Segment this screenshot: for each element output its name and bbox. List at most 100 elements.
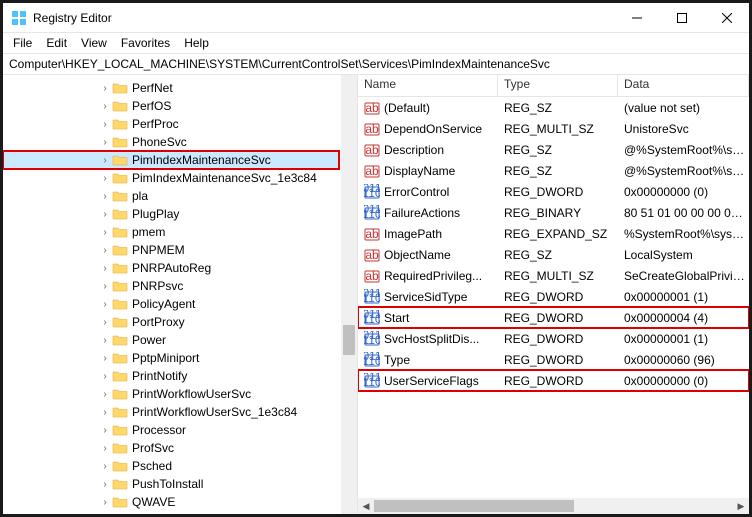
tree-node[interactable]: ›QWAVEdrv <box>3 511 339 514</box>
svg-text:110: 110 <box>364 312 380 326</box>
tree-node[interactable]: ›PrintWorkflowUserSvc <box>3 385 339 403</box>
value-row[interactable]: 011110FailureActionsREG_BINARY80 51 01 0… <box>358 202 749 223</box>
menubar: File Edit View Favorites Help <box>3 33 749 53</box>
tree-node[interactable]: ›PimIndexMaintenanceSvc_1e3c84 <box>3 169 339 187</box>
tree-node[interactable]: ›PNRPAutoReg <box>3 259 339 277</box>
value-row[interactable]: 011110SvcHostSplitDis...REG_DWORD0x00000… <box>358 328 749 349</box>
chevron-right-icon[interactable]: › <box>98 83 112 94</box>
chevron-right-icon[interactable]: › <box>98 335 112 346</box>
tree-node[interactable]: ›PushToInstall <box>3 475 339 493</box>
tree-scrollbar[interactable] <box>341 75 357 514</box>
value-name: ServiceSidType <box>384 290 467 304</box>
chevron-right-icon[interactable]: › <box>98 497 112 508</box>
value-type: REG_SZ <box>500 248 620 262</box>
tree-node[interactable]: ›PNPMEM <box>3 241 339 259</box>
value-type: REG_EXPAND_SZ <box>500 227 620 241</box>
folder-icon <box>112 387 128 401</box>
chevron-right-icon[interactable]: › <box>98 227 112 238</box>
col-name[interactable]: Name <box>358 75 498 96</box>
chevron-right-icon[interactable]: › <box>98 263 112 274</box>
menu-view[interactable]: View <box>75 34 113 52</box>
chevron-right-icon[interactable]: › <box>98 119 112 130</box>
tree-node[interactable]: ›PolicyAgent <box>3 295 339 313</box>
tree-node[interactable]: › PrintWorkflowUserSvc_1e3c84 <box>3 403 339 421</box>
chevron-right-icon[interactable]: › <box>98 389 112 400</box>
menu-help[interactable]: Help <box>178 34 215 52</box>
window-title: Registry Editor <box>33 11 614 25</box>
tree-node[interactable]: › PhoneSvc <box>3 133 339 151</box>
tree-node[interactable]: ›PerfOS <box>3 97 339 115</box>
value-row[interactable]: 011110ErrorControlREG_DWORD0x00000000 (0… <box>358 181 749 202</box>
folder-icon <box>112 135 128 149</box>
tree-node[interactable]: ›PNRPsvc <box>3 277 339 295</box>
value-row[interactable]: abDisplayNameREG_SZ@%SystemRoot%\system <box>358 160 749 181</box>
tree-node[interactable]: ›ProfSvc <box>3 439 339 457</box>
menu-favorites[interactable]: Favorites <box>115 34 176 52</box>
list-body[interactable]: ab(Default)REG_SZ(value not set)abDepend… <box>358 97 749 498</box>
value-row[interactable]: abObjectNameREG_SZLocalSystem <box>358 244 749 265</box>
value-row[interactable]: abDescriptionREG_SZ@%SystemRoot%\system <box>358 139 749 160</box>
col-type[interactable]: Type <box>498 75 618 96</box>
scroll-right-icon[interactable]: ▶ <box>733 498 749 514</box>
chevron-right-icon[interactable]: › <box>98 155 112 166</box>
chevron-right-icon[interactable]: › <box>98 479 112 490</box>
value-row[interactable]: 011110TypeREG_DWORD0x00000060 (96) <box>358 349 749 370</box>
chevron-right-icon[interactable]: › <box>98 281 112 292</box>
chevron-right-icon[interactable]: › <box>98 443 112 454</box>
menu-file[interactable]: File <box>7 34 38 52</box>
maximize-button[interactable] <box>659 4 704 32</box>
value-row[interactable]: ab(Default)REG_SZ(value not set) <box>358 97 749 118</box>
col-data[interactable]: Data <box>618 75 749 96</box>
chevron-right-icon[interactable]: › <box>98 299 112 310</box>
tree-node-label: PhoneSvc <box>132 135 187 149</box>
tree-node[interactable]: ›Processor <box>3 421 339 439</box>
tree-node-label: Psched <box>132 459 172 473</box>
value-row[interactable]: 011110ServiceSidTypeREG_DWORD0x00000001 … <box>358 286 749 307</box>
chevron-right-icon[interactable]: › <box>98 371 112 382</box>
folder-icon <box>112 405 128 419</box>
chevron-right-icon[interactable]: › <box>98 101 112 112</box>
tree-node[interactable]: ›pmem <box>3 223 339 241</box>
tree-node[interactable]: ›Power <box>3 331 339 349</box>
value-row[interactable]: abRequiredPrivileg...REG_MULTI_SZSeCreat… <box>358 265 749 286</box>
chevron-right-icon[interactable]: › <box>98 407 112 418</box>
chevron-right-icon[interactable]: › <box>98 317 112 328</box>
chevron-right-icon[interactable]: › <box>98 137 112 148</box>
chevron-right-icon[interactable]: › <box>98 425 112 436</box>
minimize-button[interactable] <box>614 4 659 32</box>
close-button[interactable] <box>704 4 749 32</box>
tree-node[interactable]: ›PrintNotify <box>3 367 339 385</box>
tree-node[interactable]: ›PimIndexMaintenanceSvc <box>3 151 339 169</box>
dword-value-icon: 011110 <box>364 373 380 389</box>
value-row[interactable]: abImagePathREG_EXPAND_SZ%SystemRoot%\sys… <box>358 223 749 244</box>
tree-node[interactable]: › PerfProc <box>3 115 339 133</box>
address-bar[interactable]: Computer\HKEY_LOCAL_MACHINE\SYSTEM\Curre… <box>3 53 749 75</box>
tree-node[interactable]: ›PlugPlay <box>3 205 339 223</box>
chevron-right-icon[interactable]: › <box>98 209 112 220</box>
scroll-left-icon[interactable]: ◀ <box>358 498 374 514</box>
value-row[interactable]: 011110UserServiceFlagsREG_DWORD0x0000000… <box>358 370 749 391</box>
tree-node[interactable]: › Psched <box>3 457 339 475</box>
tree-node[interactable]: ›PortProxy <box>3 313 339 331</box>
value-row[interactable]: abDependOnServiceREG_MULTI_SZUnistoreSvc <box>358 118 749 139</box>
chevron-right-icon[interactable]: › <box>98 353 112 364</box>
chevron-right-icon[interactable]: › <box>98 461 112 472</box>
value-data: UnistoreSvc <box>620 122 749 136</box>
tree-node[interactable]: ›PerfNet <box>3 79 339 97</box>
tree-node-label: PrintWorkflowUserSvc_1e3c84 <box>132 405 297 419</box>
list-hscrollbar[interactable]: ◀ ▶ <box>358 498 749 514</box>
tree-node-label: PerfProc <box>132 117 179 131</box>
menu-edit[interactable]: Edit <box>40 34 73 52</box>
tree-node[interactable]: ›QWAVE <box>3 493 339 511</box>
scrollbar-thumb[interactable] <box>343 325 355 355</box>
tree-node[interactable]: ›pla <box>3 187 339 205</box>
scroll-track[interactable] <box>374 498 733 514</box>
chevron-right-icon[interactable]: › <box>98 245 112 256</box>
value-type: REG_DWORD <box>500 185 620 199</box>
value-row[interactable]: 011110StartREG_DWORD0x00000004 (4) <box>358 307 749 328</box>
chevron-right-icon[interactable]: › <box>98 191 112 202</box>
tree-pane[interactable]: ›PerfNet›PerfOS›PerfProc›PhoneSvc›PimInd… <box>3 75 358 514</box>
scroll-thumb[interactable] <box>374 500 574 512</box>
tree-node[interactable]: ›PptpMiniport <box>3 349 339 367</box>
chevron-right-icon[interactable]: › <box>98 173 112 184</box>
